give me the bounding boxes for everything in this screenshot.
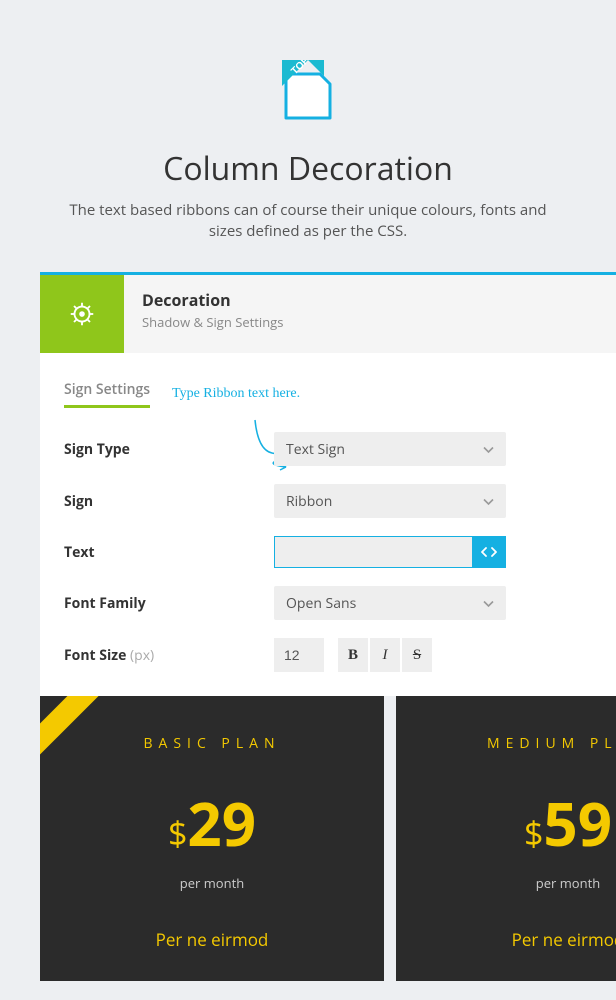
plan-desc: Per ne eirmod: [60, 928, 364, 951]
label-sign: Sign: [64, 492, 274, 511]
strike-button[interactable]: S: [402, 638, 432, 672]
chevron-down-icon: [483, 440, 494, 459]
hero-section: TOP Column Decoration The text based rib…: [0, 0, 616, 272]
plans-row: BASIC PLAN $29 per month Per ne eirmod M…: [40, 696, 616, 981]
panel-title: Decoration: [142, 289, 283, 311]
italic-button[interactable]: I: [370, 638, 400, 672]
plan-desc: Per ne eirmod: [416, 928, 616, 951]
ribbon-icon: [40, 696, 110, 769]
code-button[interactable]: [472, 536, 506, 568]
page-title: Column Decoration: [40, 147, 576, 190]
chevron-down-icon: [483, 492, 494, 511]
hero-icon: TOP: [282, 60, 334, 127]
label-font-family: Font Family: [64, 594, 274, 613]
plan-period: per month: [60, 874, 364, 892]
label-sign-type: Sign Type: [64, 440, 274, 459]
plan-price: $59: [416, 793, 616, 856]
plan-medium: MEDIUM PLAN $59 per month Per ne eirmod: [396, 696, 616, 981]
settings-panel: Decoration Shadow & Sign Settings Sign S…: [40, 272, 616, 696]
label-font-size: Font Size (px): [64, 646, 274, 665]
plan-basic: BASIC PLAN $29 per month Per ne eirmod: [40, 696, 384, 981]
gear-icon: [40, 275, 124, 353]
annotation-text: Type Ribbon text here.: [172, 385, 300, 403]
tab-sign-settings[interactable]: Sign Settings: [64, 380, 150, 408]
text-input[interactable]: [274, 536, 472, 568]
bold-button[interactable]: B: [338, 638, 368, 672]
panel-body: Sign Settings Type Ribbon text here. Sig…: [40, 353, 616, 696]
label-text: Text: [64, 543, 274, 562]
select-sign[interactable]: Ribbon: [274, 484, 506, 518]
select-sign-type[interactable]: Text Sign: [274, 432, 506, 466]
code-icon: [481, 546, 497, 558]
font-size-input[interactable]: [274, 638, 324, 672]
plan-price: $29: [60, 793, 364, 856]
panel-header: Decoration Shadow & Sign Settings: [40, 275, 616, 353]
chevron-down-icon: [483, 594, 494, 613]
plan-period: per month: [416, 874, 616, 892]
plan-name: BASIC PLAN: [60, 734, 364, 753]
select-font-family[interactable]: Open Sans: [274, 586, 506, 620]
page-subtitle: The text based ribbons can of course the…: [68, 200, 548, 242]
panel-subtitle: Shadow & Sign Settings: [142, 313, 283, 331]
plan-name: MEDIUM PLAN: [416, 734, 616, 753]
